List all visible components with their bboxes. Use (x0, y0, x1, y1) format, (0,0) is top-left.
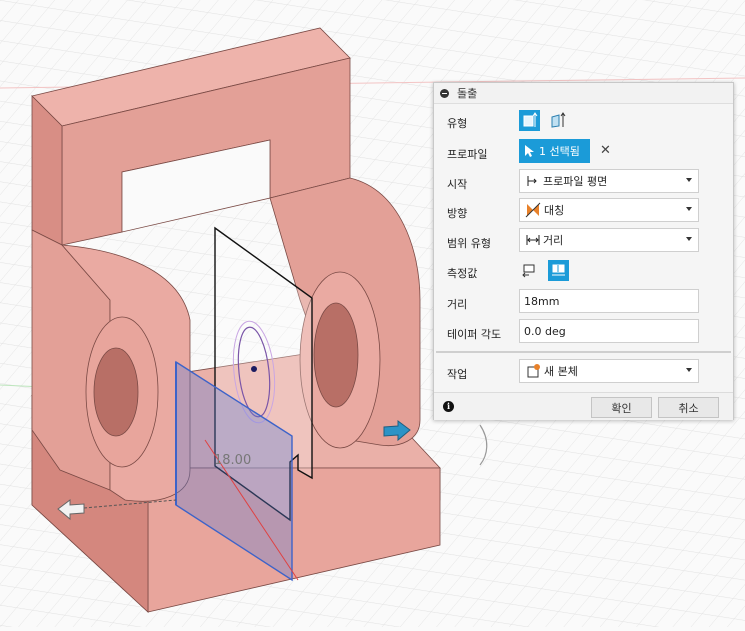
direction-label: 방향 (447, 207, 468, 220)
collapse-icon[interactable] (440, 88, 449, 98)
extent-type-label: 범위 유형 (447, 237, 491, 250)
profile-center-point (251, 366, 257, 372)
profile-plane-icon (527, 176, 537, 186)
profile-select-value: 1 선택됨 (539, 145, 580, 158)
ok-button[interactable]: 확인 (591, 397, 652, 418)
extrude-dialog: 돌출 유형 프로파일 1 선택됨 ✕ 시작 프로파일 평면 방향 대칭 범위 유… (433, 82, 734, 420)
info-icon[interactable]: i (443, 401, 454, 412)
dimension-label[interactable]: 18.00 (214, 453, 251, 468)
extent-type-value: 거리 (543, 234, 564, 247)
chevron-down-icon (686, 368, 692, 372)
surface-type-button[interactable] (548, 110, 569, 131)
dialog-footer: i 확인 취소 (434, 392, 733, 420)
section-divider (436, 351, 731, 353)
whole-length-measure-button[interactable] (548, 260, 569, 281)
start-dropdown[interactable]: 프로파일 평면 (519, 169, 699, 193)
chevron-down-icon (686, 237, 692, 241)
new-body-icon (527, 364, 540, 378)
cancel-button[interactable]: 취소 (658, 397, 719, 418)
dialog-title: 돌출 (457, 87, 478, 100)
direction-dropdown-value: 대칭 (544, 204, 565, 217)
profile-select-button[interactable]: 1 선택됨 (519, 139, 590, 163)
distance-input[interactable] (519, 289, 699, 313)
one-side-measure-button[interactable] (519, 260, 540, 281)
chevron-down-icon (686, 178, 692, 182)
cursor-arrow-icon (525, 145, 534, 157)
dialog-header[interactable]: 돌출 (434, 83, 733, 104)
extent-type-dropdown[interactable]: 거리 (519, 228, 699, 252)
operation-dropdown[interactable]: 새 본체 (519, 359, 699, 383)
chevron-down-icon (686, 207, 692, 211)
distance-icon (526, 235, 540, 245)
distance-label: 거리 (447, 298, 468, 311)
taper-angle-label: 테이퍼 각도 (447, 328, 502, 341)
start-dropdown-value: 프로파일 평면 (543, 175, 608, 188)
operation-label: 작업 (447, 368, 468, 381)
clear-selection-icon[interactable]: ✕ (600, 143, 611, 158)
profile-label: 프로파일 (447, 148, 488, 161)
measure-label: 측정값 (447, 267, 478, 280)
symmetric-icon (525, 202, 541, 218)
type-label: 유형 (447, 117, 468, 130)
operation-dropdown-value: 새 본체 (544, 365, 578, 378)
start-label: 시작 (447, 178, 468, 191)
solid-type-button[interactable] (519, 110, 540, 131)
direction-dropdown[interactable]: 대칭 (519, 198, 699, 222)
taper-angle-input[interactable] (519, 319, 699, 343)
